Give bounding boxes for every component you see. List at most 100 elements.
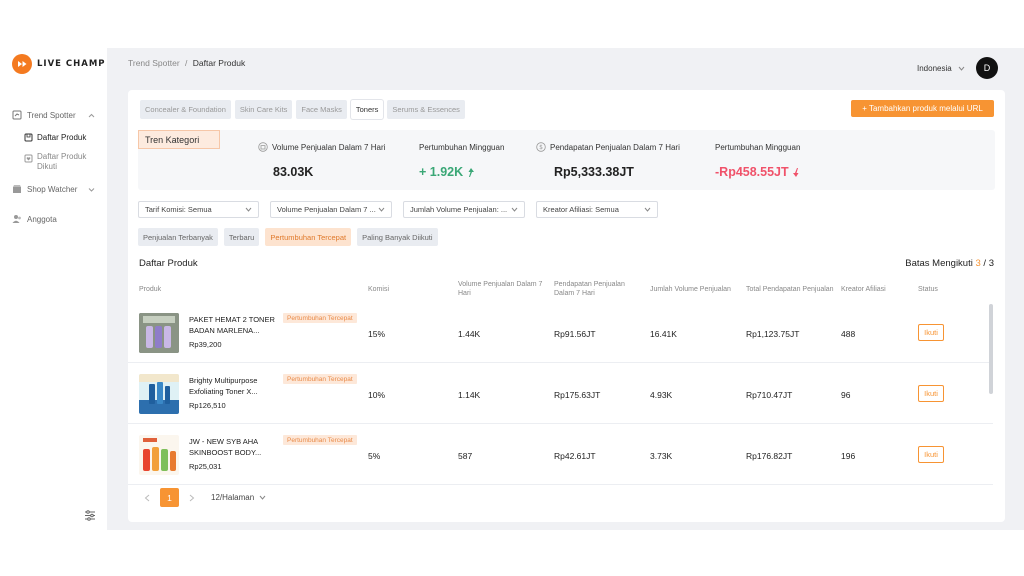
sort-most-followed[interactable]: Paling Banyak Diikuti: [357, 228, 438, 246]
page-number-current[interactable]: 1: [160, 488, 179, 507]
weekly-volume-value: 587: [458, 451, 473, 461]
category-tabs: Concealer & Foundation Skin Care Kits Fa…: [140, 100, 465, 119]
shop-icon: [12, 184, 22, 194]
sidebar-item-label: Daftar Produk: [37, 132, 87, 142]
language-select[interactable]: Indonesia: [917, 64, 965, 73]
sidebar-item-label: Anggota: [27, 214, 57, 224]
chevron-left-icon[interactable]: [144, 494, 150, 502]
follow-button[interactable]: Ikuti: [918, 446, 944, 463]
column-header-weekly-revenue: Pendapatan Penjualan Dalam 7 Hari: [554, 281, 625, 297]
column-header-commission: Komisi: [368, 286, 390, 293]
category-trend-panel: Tren Kategori Volume Penjualan Dalam 7 H…: [138, 130, 995, 190]
language-value: Indonesia: [917, 64, 952, 73]
total-volume-filter[interactable]: Jumlah Volume Penjualan: ...: [403, 201, 525, 218]
product-thumbnail[interactable]: [139, 313, 179, 353]
trend-category-label: Tren Kategori: [138, 130, 220, 149]
weekly-volume-filter[interactable]: Volume Penjualan Dalam 7 ...: [270, 201, 392, 218]
sidebar-nav: Trend Spotter Daftar Produk Daftar Produ…: [0, 104, 107, 230]
product-price: Rp25,031: [189, 462, 222, 471]
filter-value: Kreator Afiliasi: Semua: [543, 205, 619, 214]
sidebar-item-daftar-produk[interactable]: Daftar Produk: [0, 126, 107, 148]
table-row[interactable]: JW - NEW SYB AHA SKINBOOST BODY... Rp25,…: [128, 424, 993, 485]
product-thumbnail[interactable]: [139, 374, 179, 414]
sidebar-item-label: Shop Watcher: [27, 184, 78, 194]
page-size-value: 12/Halaman: [211, 493, 255, 502]
product-name[interactable]: JW - NEW SYB AHA SKINBOOST BODY...: [189, 436, 281, 458]
tab-concealer-foundation[interactable]: Concealer & Foundation: [140, 100, 231, 119]
filter-value: Tarif Komisi: Semua: [145, 205, 212, 214]
commission-filter[interactable]: Tarif Komisi: Semua: [138, 201, 259, 218]
sort-newest[interactable]: Terbaru: [223, 228, 260, 246]
product-panel: Concealer & Foundation Skin Care Kits Fa…: [128, 90, 1005, 522]
coin-icon: $: [536, 142, 546, 152]
logo-mark-icon: [12, 54, 32, 74]
filter-bar: Tarif Komisi: Semua Volume Penjualan Dal…: [138, 201, 669, 218]
sidebar-item-trend-spotter[interactable]: Trend Spotter: [0, 104, 107, 126]
brand-logo[interactable]: LIVE CHAMP: [12, 54, 106, 74]
chevron-down-icon: [958, 66, 965, 71]
product-thumbnail[interactable]: [139, 435, 179, 475]
avatar[interactable]: D: [976, 57, 998, 79]
box-icon: [23, 132, 33, 142]
svg-text:$: $: [539, 144, 543, 151]
table-row[interactable]: PAKET HEMAT 2 TONER BADAN MARLENA... Rp3…: [128, 302, 993, 363]
column-header-weekly-volume: Volume Penjualan Dalam 7 Hari: [458, 281, 543, 297]
total-volume-value: 3.73K: [650, 451, 673, 461]
product-price: Rp126,510: [189, 401, 226, 410]
sort-best-selling[interactable]: Penjualan Terbanyak: [138, 228, 218, 246]
tab-toners[interactable]: Toners: [350, 100, 384, 119]
follow-used-count: 3: [975, 258, 981, 269]
affiliate-creator-filter[interactable]: Kreator Afiliasi: Semua: [536, 201, 658, 218]
tab-skin-care-kits[interactable]: Skin Care Kits: [234, 100, 293, 119]
column-header-product: Produk: [139, 286, 162, 293]
stat-weekly-growth-revenue: Pertumbuhan Mingguan -Rp458.55JT: [715, 142, 801, 180]
sort-fastest-growth[interactable]: Pertumbuhan Tercepat: [265, 228, 352, 246]
sidebar-item-shop-watcher[interactable]: Shop Watcher: [0, 178, 107, 200]
product-list-title: Daftar Produk: [139, 258, 198, 269]
sidebar-item-daftar-produk-dikuti[interactable]: Daftar Produk Dikuti: [0, 148, 107, 178]
total-revenue-value: Rp1,123.75JT: [746, 329, 800, 339]
tab-serums-essences[interactable]: Serums & Essences: [387, 100, 465, 119]
chevron-up-icon[interactable]: [88, 111, 95, 120]
breadcrumb-parent[interactable]: Trend Spotter: [128, 58, 180, 68]
product-name[interactable]: Brighty Multipurpose Exfoliating Toner X…: [189, 375, 281, 397]
fastest-growth-badge: Pertumbuhan Tercepat: [283, 435, 357, 445]
affiliate-creators-value: 96: [841, 390, 851, 400]
sidebar-item-anggota[interactable]: Anggota: [0, 208, 107, 230]
arrow-up-icon: [468, 167, 475, 177]
stat-sales-volume: Volume Penjualan Dalam 7 Hari 83.03K: [258, 142, 385, 179]
sliders-icon[interactable]: [84, 508, 96, 526]
chevron-right-icon[interactable]: [189, 494, 195, 502]
stat-label: Pertumbuhan Mingguan: [419, 142, 505, 152]
affiliate-creators-value: 488: [841, 329, 856, 339]
column-header-total-volume: Jumlah Volume Penjualan: [650, 286, 731, 293]
sidebar-item-label: Daftar Produk Dikuti: [37, 152, 87, 171]
total-volume-value: 4.93K: [650, 390, 673, 400]
table-scrollbar[interactable]: [989, 304, 993, 394]
follow-button[interactable]: Ikuti: [918, 385, 944, 402]
trend-icon: [12, 110, 22, 120]
breadcrumb-separator: /: [185, 58, 188, 68]
heart-icon: [23, 153, 33, 163]
total-revenue-value: Rp710.47JT: [746, 390, 793, 400]
page-size-select[interactable]: 12/Halaman: [211, 493, 266, 502]
column-header-status: Status: [918, 286, 938, 293]
breadcrumb: Trend Spotter / Daftar Produk: [128, 58, 245, 68]
follow-limit: Batas Mengikuti 3 / 3: [905, 258, 994, 269]
chevron-down-icon: [259, 495, 266, 500]
follow-button[interactable]: Ikuti: [918, 324, 944, 341]
stat-value: -Rp458.55JT: [715, 165, 789, 179]
sidebar-item-label: Trend Spotter: [27, 110, 76, 120]
stat-weekly-growth-volume: Pertumbuhan Mingguan + 1.92K: [419, 142, 505, 180]
arrow-down-icon: [792, 167, 799, 177]
add-product-by-url-button[interactable]: + Tambahkan produk melalui URL: [851, 100, 994, 117]
total-volume-value: 16.41K: [650, 329, 677, 339]
sort-options: Penjualan Terbanyak Terbaru Pertumbuhan …: [138, 228, 438, 246]
table-row[interactable]: Brighty Multipurpose Exfoliating Toner X…: [128, 363, 993, 424]
product-name[interactable]: PAKET HEMAT 2 TONER BADAN MARLENA...: [189, 314, 281, 336]
total-revenue-value: Rp176.82JT: [746, 451, 793, 461]
tab-face-masks[interactable]: Face Masks: [296, 100, 347, 119]
follow-total-count: 3: [988, 258, 994, 269]
chevron-down-icon[interactable]: [88, 185, 95, 194]
chevron-down-icon: [245, 207, 252, 212]
